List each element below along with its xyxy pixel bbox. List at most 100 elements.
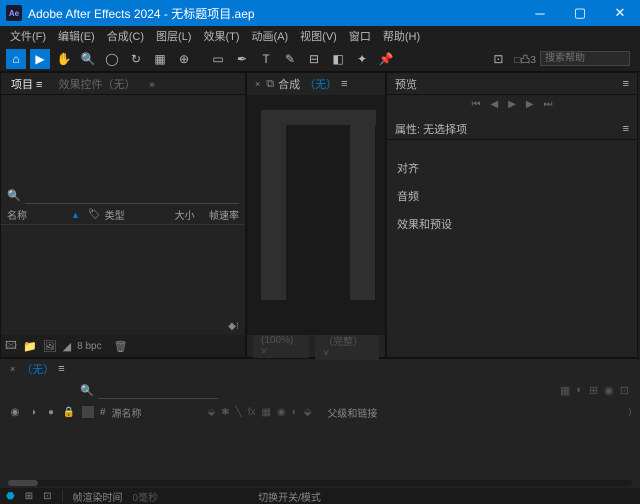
sort-indicator-icon[interactable]: ▲ xyxy=(71,210,80,220)
comp-marker-icon: ⧉ xyxy=(266,78,274,91)
switches-toggle[interactable]: 切换开关/模式 xyxy=(258,489,321,504)
rectangle-tool[interactable]: ▭ xyxy=(208,49,228,69)
camera-tool[interactable]: ▦ xyxy=(150,49,170,69)
tab-effects-presets[interactable]: 效果和预设 xyxy=(387,210,637,238)
puppet-tool[interactable]: 📌 xyxy=(376,49,396,69)
switch7-icon[interactable]: ◐ xyxy=(292,407,298,418)
next-frame-button[interactable]: ▶ xyxy=(526,99,534,110)
bpc-label[interactable]: 8 bpc xyxy=(77,341,101,352)
menu-effect[interactable]: 效果(T) xyxy=(197,26,245,46)
last-frame-button[interactable]: ⏭ xyxy=(544,99,553,110)
selection-tool[interactable]: ▶ xyxy=(30,49,50,69)
eraser-tool[interactable]: ◧ xyxy=(328,49,348,69)
switch2-icon[interactable]: ✱ xyxy=(221,407,229,418)
tab-project[interactable]: 项目 ≡ xyxy=(7,74,46,94)
tl-hamburger-icon[interactable]: ≡ xyxy=(58,363,64,375)
roto-tool[interactable]: ✦ xyxy=(352,49,372,69)
tl-opt4-icon[interactable]: ◉ xyxy=(604,384,614,397)
menu-file[interactable]: 文件(F) xyxy=(4,26,52,46)
menu-view[interactable]: 视图(V) xyxy=(294,26,343,46)
project-item-list[interactable] xyxy=(1,225,245,317)
tl-close-icon[interactable]: × xyxy=(10,364,15,374)
pan-behind-tool[interactable]: ⊕ xyxy=(174,49,194,69)
col-type[interactable]: 类型 xyxy=(105,207,155,222)
index-col[interactable]: # xyxy=(100,407,106,418)
home-tool[interactable]: ⌂ xyxy=(6,49,26,69)
menu-window[interactable]: 窗口 xyxy=(343,26,377,46)
tab-align[interactable]: 对齐 xyxy=(387,154,637,182)
brush-tool[interactable]: ✎ xyxy=(280,49,300,69)
switch8-icon[interactable]: ⬙ xyxy=(304,407,312,418)
hand-tool[interactable]: ✋ xyxy=(54,49,74,69)
minimize-button[interactable]: ─ xyxy=(520,0,560,26)
tl-opt1-icon[interactable]: ▦ xyxy=(560,384,570,397)
status-icon-2[interactable]: ⊞ xyxy=(25,491,33,502)
flowchart-icon[interactable]: ◆⁝ xyxy=(228,321,239,332)
menu-layer[interactable]: 图层(L) xyxy=(150,26,197,46)
col-fps[interactable]: 帧速率 xyxy=(199,207,239,222)
menu-help[interactable]: 帮助(H) xyxy=(377,26,426,46)
new-comp-icon[interactable]: 🖼 xyxy=(43,340,57,353)
visibility-toggle-icon[interactable]: ◉ xyxy=(8,407,22,418)
timeline-scrollbar[interactable] xyxy=(8,480,632,486)
panel-overflow-icon[interactable]: » xyxy=(149,79,154,89)
tab-composition[interactable]: 合成 xyxy=(278,76,300,92)
zoom-tool[interactable]: 🔍 xyxy=(78,49,98,69)
col-name[interactable]: 名称 xyxy=(7,207,67,222)
source-name-col[interactable]: 源名称 xyxy=(112,405,202,420)
status-icon-1[interactable]: ⬣ xyxy=(6,491,15,502)
rotate-tool[interactable]: ↻ xyxy=(126,49,146,69)
play-button[interactable]: ▶ xyxy=(508,99,516,110)
clone-tool[interactable]: ⊟ xyxy=(304,49,324,69)
lock-toggle-icon[interactable]: 🔒 xyxy=(62,407,76,418)
new-folder-icon[interactable]: 📁 xyxy=(23,340,37,353)
maximize-button[interactable]: ▢ xyxy=(560,0,600,26)
tl-opt2-icon[interactable]: ◐ xyxy=(576,384,583,396)
pen-tool[interactable]: ✒ xyxy=(232,49,252,69)
tl-opt3-icon[interactable]: ⊞ xyxy=(589,384,598,397)
preview-panel-label[interactable]: 预览 xyxy=(395,76,417,92)
switch6-icon[interactable]: ◉ xyxy=(277,407,286,418)
switch3-icon[interactable]: ╲ xyxy=(236,407,242,418)
label-color-col[interactable] xyxy=(82,406,94,418)
first-frame-button[interactable]: ⏮ xyxy=(471,99,480,110)
switch4-icon[interactable]: fx xyxy=(248,407,256,418)
timeline-layer-area[interactable] xyxy=(0,423,640,478)
quality-dropdown[interactable]: （完整） ˅ xyxy=(315,332,379,360)
menu-composition[interactable]: 合成(C) xyxy=(101,26,150,46)
help-search-input[interactable] xyxy=(540,51,630,66)
render-time-label: 帧渲染时间 xyxy=(73,489,123,504)
prev-frame-button[interactable]: ◀ xyxy=(490,99,498,110)
menu-edit[interactable]: 编辑(E) xyxy=(52,26,101,46)
adjust-icon[interactable]: ◢ xyxy=(63,340,71,353)
tl-collapse-icon[interactable]: ⟩ xyxy=(628,407,632,418)
snap-icon[interactable]: ⊡ xyxy=(488,49,508,69)
status-icon-3[interactable]: ⊡ xyxy=(43,491,51,502)
trash-icon[interactable]: 🗑 xyxy=(114,340,128,353)
project-search-input[interactable] xyxy=(25,187,239,204)
timeline-panel: × （无） ≡ 🔍 ▦ ◐ ⊞ ◉ ⊡ ◉ ◑ ● 🔒 # 源名称 ⬙ ✱ ╲ … xyxy=(0,358,640,488)
tl-none-label[interactable]: （无） xyxy=(21,361,54,377)
zoom-dropdown[interactable]: (100%) ˅ xyxy=(253,334,309,358)
composition-viewer[interactable] xyxy=(247,95,385,335)
tl-opt5-icon[interactable]: ⊡ xyxy=(620,384,629,397)
audio-toggle-icon[interactable]: ◑ xyxy=(26,407,40,418)
tab-effect-controls[interactable]: 效果控件（无） xyxy=(54,74,139,94)
switch1-icon[interactable]: ⬙ xyxy=(208,407,216,418)
col-size[interactable]: 大小 xyxy=(155,207,195,222)
close-button[interactable]: ✕ xyxy=(600,0,640,26)
parent-col[interactable]: 父级和链接 xyxy=(327,405,377,420)
tab-audio[interactable]: 音频 xyxy=(387,182,637,210)
preview-hamburger-icon[interactable]: ≡ xyxy=(623,78,629,90)
comp-hamburger-icon[interactable]: ≡ xyxy=(341,78,347,90)
timeline-search-input[interactable] xyxy=(98,382,218,399)
props-hamburger-icon[interactable]: ≡ xyxy=(623,123,629,135)
switch5-icon[interactable]: ▦ xyxy=(261,407,270,418)
interpret-icon[interactable]: 🖾 xyxy=(5,337,17,356)
solo-toggle-icon[interactable]: ● xyxy=(44,407,58,418)
orbit-tool[interactable]: ◯ xyxy=(102,49,122,69)
lock-icon[interactable]: × xyxy=(255,79,260,89)
text-tool[interactable]: T xyxy=(256,49,276,69)
timeline-scrollbar-thumb[interactable] xyxy=(8,480,38,486)
menu-animation[interactable]: 动画(A) xyxy=(246,26,295,46)
